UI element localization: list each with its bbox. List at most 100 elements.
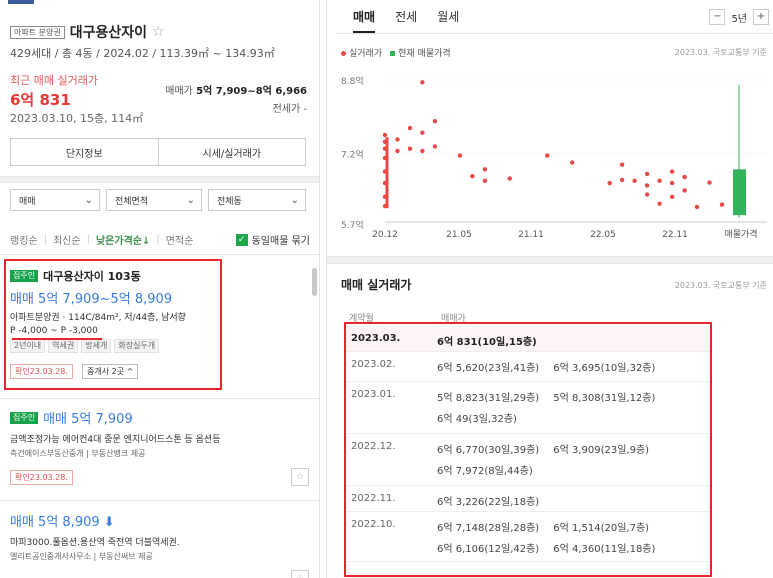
chevron-down-icon: ⌄ [186,194,195,206]
listing-source: 측건에이스부동산중개 | 부동산뱅크 제공 [10,449,146,458]
data-point [657,178,662,183]
checkbox-checked-icon[interactable]: ✓ [235,233,248,246]
jeonse-price: 전세가 - [272,104,307,115]
apartment-info: 429세대 / 총 4동 / 2024.02 / 113.39㎡ ~ 134.9… [10,47,275,60]
data-point [545,153,550,158]
data-point [432,144,438,149]
building-select[interactable]: 전체동 ⌄ [208,189,306,211]
apartment-title-row: 아파트 분양권 대구용산자이 ☆ [10,22,165,42]
data-point [607,180,612,186]
x-tick-label: 20.12 [372,230,398,240]
type-badge: 아파트 분양권 [10,25,65,39]
complex-info-button[interactable]: 단지정보 [11,139,158,165]
sort-lowest-price[interactable]: 낮은가격순↓ [96,232,150,247]
divider [0,500,319,501]
divider [0,398,319,399]
area-select[interactable]: 전체면적 ⌄ [106,189,202,211]
chart-source: 2023.03. 국토교통부 기준 [674,48,767,57]
data-point [644,171,650,177]
tab-jeonse[interactable]: 전세 [395,8,417,33]
highlight-box [4,259,222,390]
listing-price: 매매 5억 8,909 ⬇ [10,515,115,530]
data-point [694,204,700,210]
x-tick-label: 21.11 [518,230,544,240]
legend-current: 현재 매물가격 [390,46,451,59]
divider [335,33,773,34]
sort-latest[interactable]: 최신순 [53,232,81,247]
year-control: − 5년 + [709,9,769,25]
x-tick-label: 매물가격 [724,228,757,240]
trade-type-value: 매매 [19,196,36,207]
divider [0,254,319,255]
data-point [644,192,650,197]
listing-price: 매매 5억 7,909 [43,412,133,427]
price-chart: 8.8억 7.2억 5.7억 20.12 21.05 21.11 22.05 22.11 매물가… [341,75,767,240]
green-square-icon [390,51,396,56]
price-panel: 매매 전세 월세 − 5년 + 실거래가 현재 매물가격 2023.03. 국토… [326,0,773,578]
price-history-button[interactable]: 시세/실거래가 [157,139,306,165]
recent-price: 6억 831 [10,91,71,109]
divider [327,256,773,264]
sort-ranking[interactable]: 랭킹순 [10,232,38,247]
data-point [570,160,575,165]
data-point [657,201,662,206]
data-point [669,169,675,174]
group-same-listing[interactable]: ✓ 동일매물 묶기 [235,232,310,247]
owner-badge: 집주인 [10,411,39,424]
data-point [395,148,400,154]
info-buttons: 단지정보 시세/실거래가 [10,138,306,166]
data-point [482,167,488,172]
data-point [395,137,400,142]
data-point [619,162,625,167]
y-tick-label: 8.8억 [341,75,364,87]
group-same-listing-label: 동일매물 묶기 [251,236,310,247]
sort-area[interactable]: 면적순 [166,232,194,247]
data-point [682,174,687,180]
data-point [407,125,413,131]
data-point [682,188,687,193]
share-icon[interactable]: ☆ [291,570,309,578]
listing-source: 엘리트공인중개사사무소 | 부동산써브 제공 [10,552,153,561]
data-point [719,202,725,207]
legend-current-label: 현재 매물가격 [398,49,451,59]
listing-panel: 아파트 분양권 대구용산자이 ☆ 429세대 / 총 4동 / 2024.02 … [0,0,320,578]
sale-range-value: 5억 7,909~8억 6,966 [196,86,307,97]
area-value: 전체면적 [115,196,149,207]
divider [0,176,319,183]
data-point [457,153,463,158]
share-icon[interactable]: ☆ [291,468,309,486]
data-point [507,176,512,181]
chevron-down-icon: ⌄ [290,194,299,206]
building-value: 전체동 [217,196,242,207]
x-tick-label: 21.05 [446,230,472,240]
chevron-down-icon: ⌄ [84,194,93,206]
trade-type-select[interactable]: 매매 ⌄ [10,189,100,211]
y-tick-label: 7.2억 [341,148,364,160]
section-source: 2023.03. 국토교통부 기준 [674,281,767,290]
data-point [420,148,425,154]
sort-row: 랭킹순 | 최신순 | 낮은가격순↓ | 면적순 ✓ 동일매물 묶기 [10,232,310,247]
section-title: 매매 실거래가 [341,278,412,292]
data-point [482,178,488,183]
listing-item[interactable]: 매매 5억 8,909 ⬇ 마피3000.풀옵션.용산역 죽전역 더블역세권. … [10,511,310,562]
year-increase-button[interactable]: + [753,9,769,25]
data-point [382,132,388,138]
chart-legend: 실거래가 현재 매물가격 [341,46,451,59]
year-value: 5년 [731,13,747,25]
tab-monthly[interactable]: 월세 [437,8,459,33]
scrollbar[interactable] [312,268,317,296]
sale-range-label: 매매가 [165,86,193,97]
data-point [619,177,625,183]
legend-actual-label: 실거래가 [349,49,383,59]
recent-price-label: 최근 매매 실거래가 [10,74,98,87]
listing-item[interactable]: 집주인 매매 5억 7,909 금액조정가능 에어컨4대 중문 엔지니어드스톤 … [10,408,310,485]
favorite-star-icon[interactable]: ☆ [152,24,165,40]
year-decrease-button[interactable]: − [709,9,726,25]
top-strip [8,0,34,4]
y-tick-label: 5.7억 [341,219,364,231]
data-point [420,130,425,135]
tab-sale[interactable]: 매매 [353,8,376,33]
listing-price-box [733,169,746,216]
data-point [644,183,650,188]
legend-actual: 실거래가 [341,46,382,59]
